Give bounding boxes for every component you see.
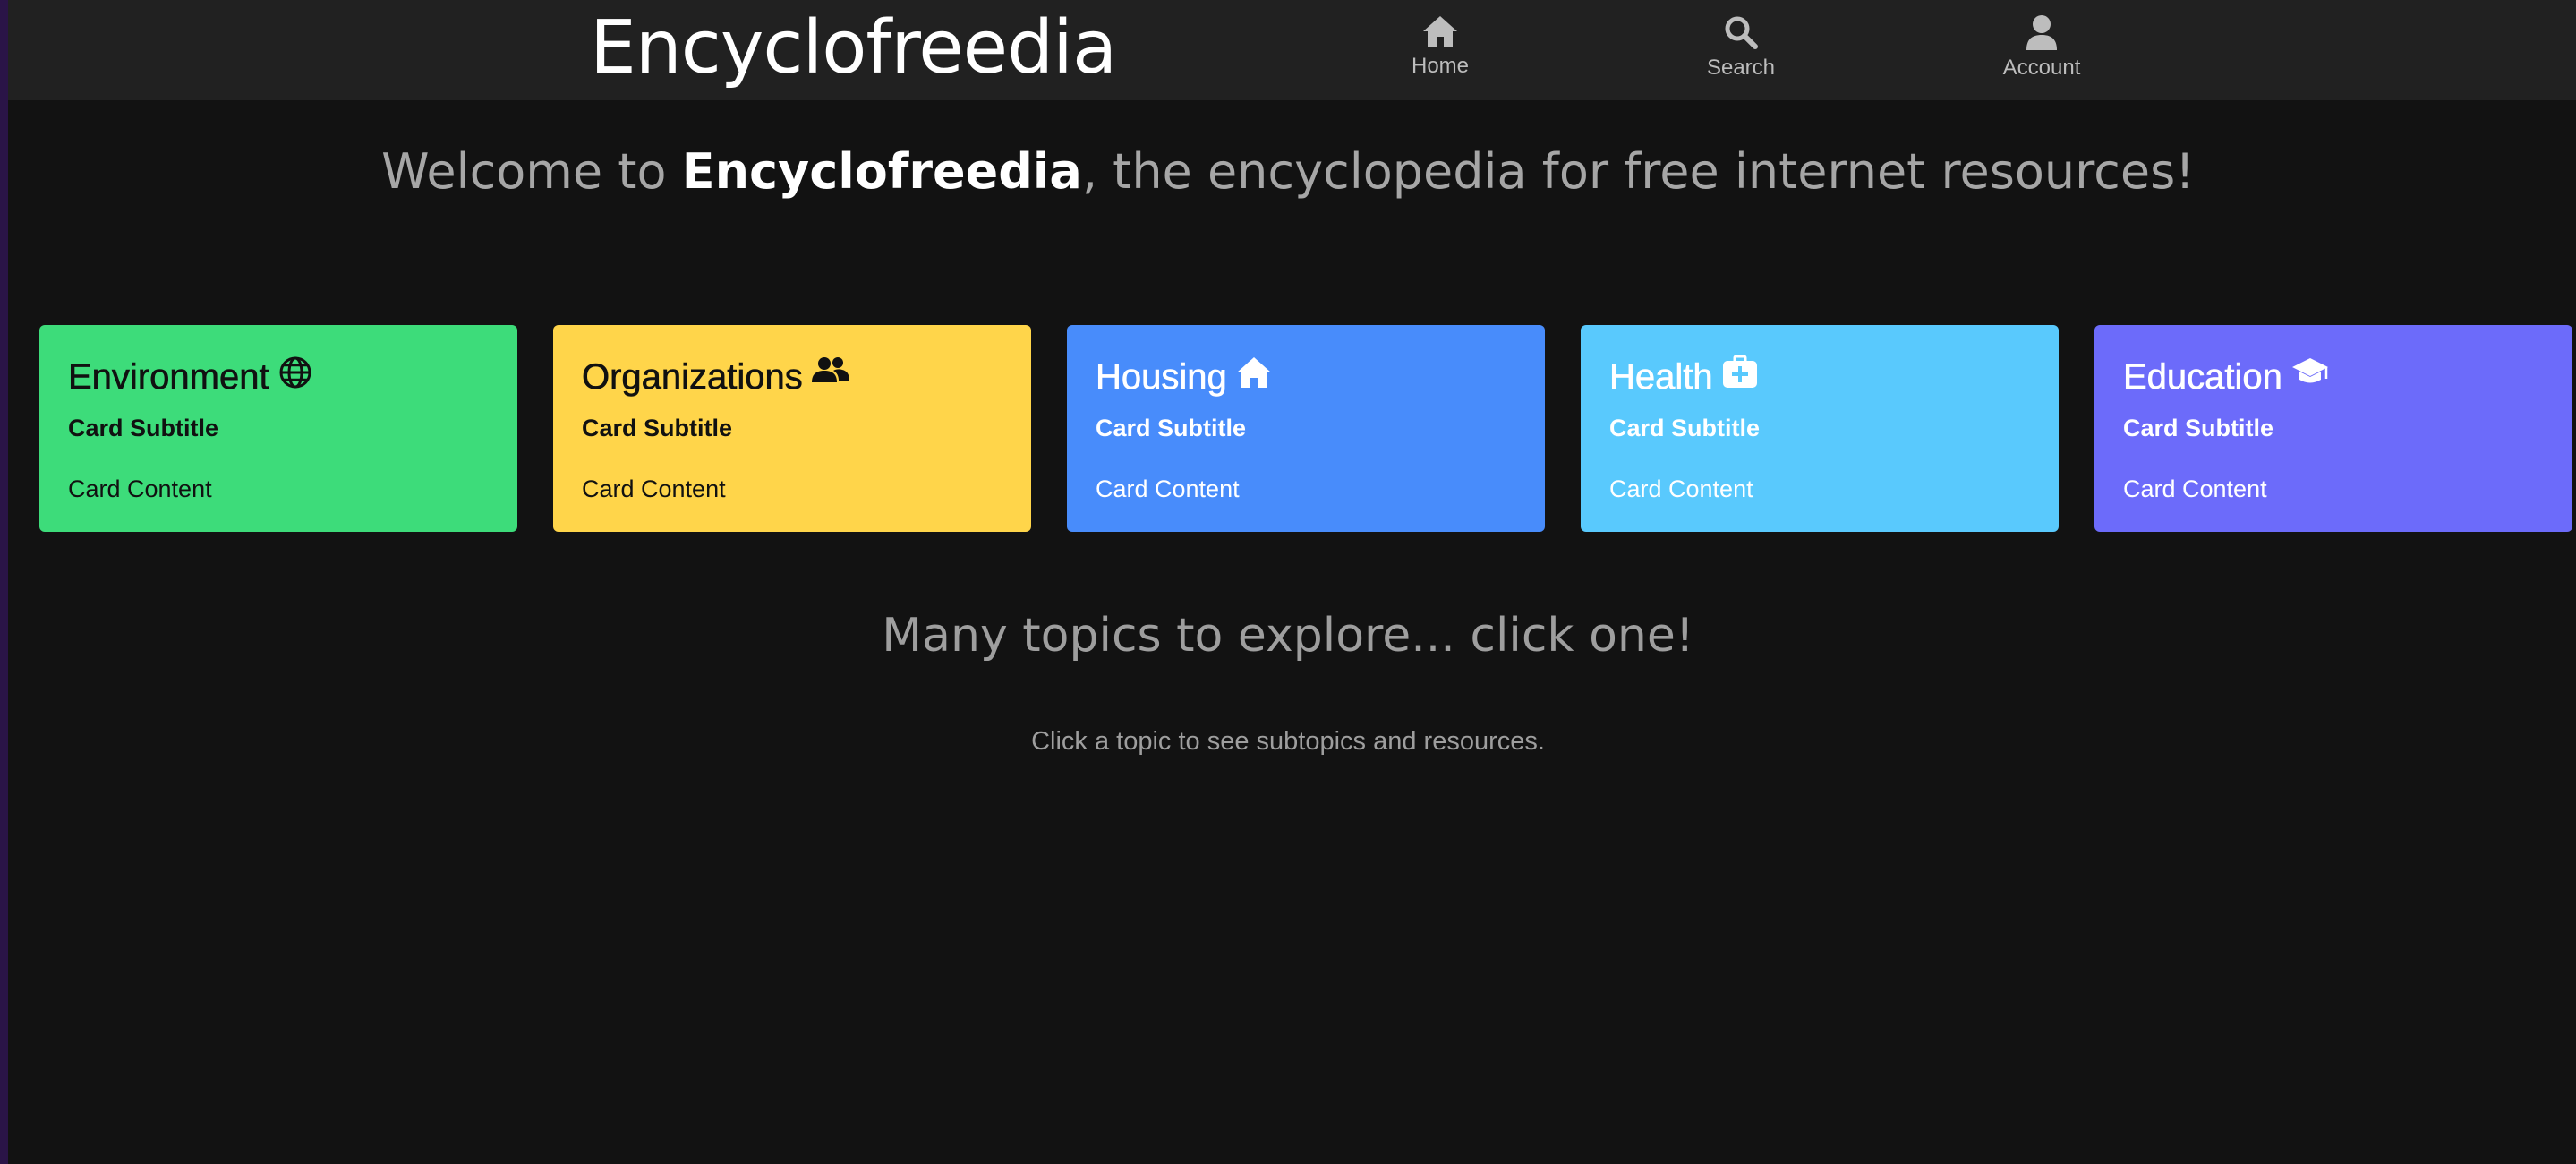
people-icon — [803, 357, 849, 397]
house-icon — [1227, 357, 1272, 397]
card-title: Education — [2123, 357, 2283, 398]
card-subtitle: Card Subtitle — [1096, 415, 1247, 441]
card-title-row: Education — [2123, 354, 2544, 400]
card-content: Card Content — [68, 475, 212, 502]
card-title: Health — [1609, 357, 1713, 398]
account-icon — [1970, 14, 2113, 50]
top-navbar: Encyclofreedia Home Search Account — [8, 0, 2576, 100]
medkit-icon — [1713, 355, 1758, 397]
nav-account-label: Account — [2002, 56, 2081, 80]
welcome-heading: Welcome to Encyclofreedia, the encyclope… — [0, 143, 2576, 200]
card-subtitle: Card Subtitle — [2123, 415, 2274, 441]
nav-account[interactable]: Account — [1970, 14, 2113, 81]
topics-hint: Click a topic to see subtopics and resou… — [1031, 727, 1545, 756]
card-subtitle: Card Subtitle — [1609, 415, 1761, 441]
card-content: Card Content — [582, 475, 726, 502]
card-title-row: Environment — [68, 354, 489, 400]
card-title-row: Housing — [1096, 354, 1516, 400]
card-health[interactable]: Health Card Subtitle Card Content — [1581, 325, 2059, 532]
nav-home[interactable]: Home — [1369, 14, 1512, 79]
welcome-prefix: Welcome to — [381, 143, 682, 200]
card-title: Organizations — [582, 357, 803, 398]
card-education[interactable]: Education Card Subtitle Card Content — [2094, 325, 2572, 532]
globe-icon — [269, 356, 312, 397]
graduation-cap-icon — [2282, 357, 2329, 397]
welcome-brand: Encyclofreedia — [681, 143, 1082, 200]
card-housing[interactable]: Housing Card Subtitle Card Content — [1067, 325, 1545, 532]
card-title: Environment — [68, 357, 269, 398]
card-title-row: Health — [1609, 354, 2030, 400]
card-environment[interactable]: Environment Card Subtitle Card Content — [39, 325, 517, 532]
card-title: Housing — [1096, 357, 1227, 398]
card-title-row: Organizations — [582, 354, 1002, 400]
card-content: Card Content — [2123, 475, 2267, 502]
nav-search-label: Search — [1706, 56, 1776, 80]
card-subtitle: Card Subtitle — [582, 415, 733, 441]
topics-heading: Many topics to explore... click one! — [882, 609, 1694, 663]
nav-home-label: Home — [1411, 54, 1470, 78]
card-content: Card Content — [1609, 475, 1753, 502]
nav-search[interactable]: Search — [1669, 14, 1813, 81]
card-organizations[interactable]: Organizations Card Subtitle Card Content — [553, 325, 1031, 532]
card-subtitle: Card Subtitle — [68, 415, 219, 441]
home-icon — [1369, 14, 1512, 48]
welcome-suffix: , the encyclopedia for free internet res… — [1081, 143, 2195, 200]
card-content: Card Content — [1096, 475, 1240, 502]
search-icon — [1669, 14, 1813, 50]
site-logo[interactable]: Encyclofreedia — [590, 4, 1117, 93]
